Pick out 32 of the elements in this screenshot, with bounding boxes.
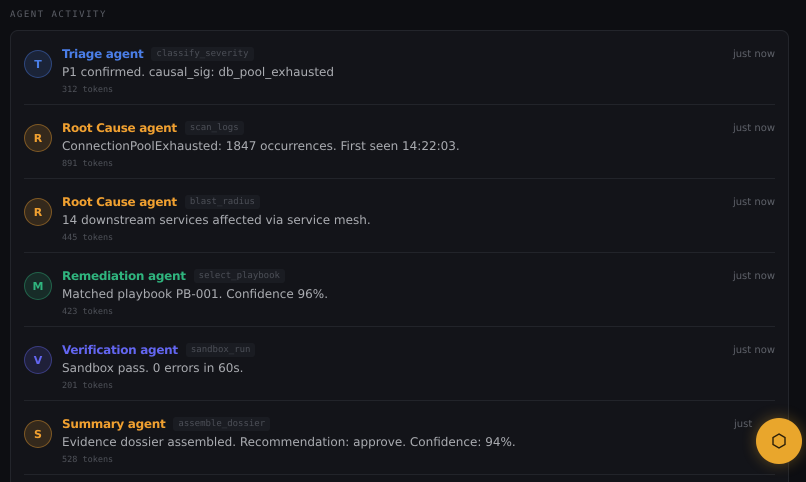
token-count: 423 tokens <box>62 307 114 317</box>
activity-message: Sandbox pass. 0 errors in 60s. <box>62 361 244 375</box>
activity-message: 14 downstream services affected via service mesh. <box>62 213 372 227</box>
token-count: 891 tokens <box>62 159 114 169</box>
agent-name: Summary agent <box>62 417 166 431</box>
agent-name: Remediation agent <box>62 269 186 283</box>
timestamp: just <box>734 418 754 430</box>
token-count: 528 tokens <box>62 455 114 465</box>
timestamp: just now <box>732 344 775 356</box>
agent-avatar: R <box>24 198 52 226</box>
agent-avatar: R <box>24 124 52 152</box>
token-count: 201 tokens <box>62 381 114 391</box>
agent-name: Verification agent <box>62 343 178 357</box>
token-count: 312 tokens <box>62 85 114 95</box>
timestamp: just now <box>732 196 775 208</box>
agent-avatar: T <box>24 50 52 78</box>
timestamp: just now <box>732 270 775 282</box>
agent-name: Root Cause agent <box>62 195 177 209</box>
agent-name: Triage agent <box>62 47 144 61</box>
activity-message: ConnectionPoolExhausted: 1847 occurrences. First seen 14:22:03. <box>62 139 461 153</box>
activity-message: Evidence dossier assembled. Recommendation: approve. Confidence: 94%. <box>62 435 517 449</box>
agent-name: Root Cause agent <box>62 121 177 135</box>
section-title: AGENT ACTIVITY <box>10 10 108 20</box>
token-count: 445 tokens <box>62 233 114 243</box>
timestamp: just now <box>732 48 775 60</box>
hexagon-icon <box>771 433 787 449</box>
activity-message: Matched playbook PB-001. Confidence 96%. <box>62 287 330 301</box>
timestamp: just now <box>732 122 775 134</box>
agent-avatar: S <box>24 420 52 448</box>
activity-message: P1 confirmed. causal_sig: db_pool_exhausted <box>62 65 336 79</box>
agent-avatar: M <box>24 272 52 300</box>
agent-avatar: V <box>24 346 52 374</box>
